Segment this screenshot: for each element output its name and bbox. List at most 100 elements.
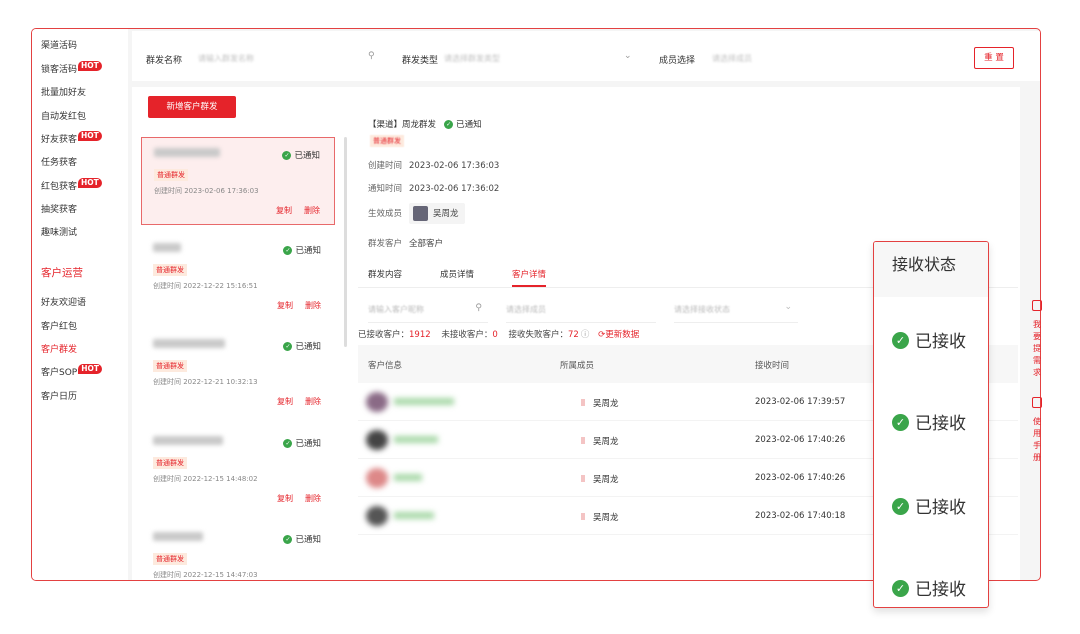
delete-link[interactable]: 删除 — [305, 301, 321, 310]
status-select-placeholder: 请选择接收状态 — [674, 305, 730, 314]
broadcast-card[interactable]: ✓ 已通知 普通群发 创建时间 2022-12-22 15:16:51 复制 删除 — [141, 233, 335, 321]
receive-status-zoom: 接收状态 ✓ 已接收 ✓ 已接收 ✓ 已接收 ✓ 已接收 — [873, 241, 989, 608]
name-filter-label: 群发名称 — [146, 56, 183, 66]
row-receive-time: 2023-02-06 17:39:57 — [755, 397, 846, 407]
customer-avatar — [366, 430, 388, 450]
chevron-down-icon[interactable]: ⌄ — [784, 302, 792, 312]
sidebar-item-lock-code[interactable]: 锁客活码 HOT — [41, 61, 102, 75]
sidebar-item-batch-add[interactable]: 批量加好友 — [41, 85, 86, 98]
sidebar-item-label: 好友获客 — [41, 135, 78, 145]
row-member: 吴周龙 — [581, 435, 619, 447]
customer-avatar — [366, 468, 388, 488]
member-select[interactable]: 请选择成员 — [506, 298, 656, 323]
card-status: ✓ 已通知 — [283, 533, 321, 545]
card-actions: 复制 删除 — [265, 493, 321, 504]
sidebar-item-customer-broadcast[interactable]: 客户群发 — [41, 342, 77, 355]
member-marker — [581, 437, 585, 444]
edit-note-icon[interactable] — [1032, 300, 1042, 311]
avatar — [413, 206, 429, 221]
column-customer-info: 客户信息 — [368, 361, 403, 371]
tab-content[interactable]: 群发内容 — [368, 268, 402, 280]
detail-created-label: 创建时间 — [368, 161, 403, 171]
column-receive-time: 接收时间 — [755, 361, 790, 371]
manual-book-icon[interactable] — [1032, 397, 1042, 408]
copy-link[interactable]: 复制 — [277, 494, 293, 503]
broadcast-card[interactable]: ✓ 已通知 普通群发 创建时间 2022-12-21 10:32:13 复制 删除 — [141, 329, 335, 417]
delete-link[interactable]: 删除 — [304, 206, 320, 215]
member-name: 吴周龙 — [433, 209, 459, 219]
detail-customers-label: 群发客户 — [368, 239, 403, 249]
sidebar-item-label: 好友欢迎语 — [41, 298, 87, 308]
tab-customer-detail[interactable]: 客户详情 — [512, 268, 547, 287]
info-icon[interactable]: ⓘ — [581, 330, 590, 340]
status-select[interactable]: 请选择接收状态 ⌄ — [674, 298, 798, 323]
receive-status-label: 已接收 — [915, 414, 966, 434]
member-filter-select[interactable]: 请选择成员 — [712, 53, 752, 64]
customer-name-blurred — [394, 512, 434, 519]
card-status-label: 已通知 — [295, 342, 321, 352]
sidebar-item-lottery-acquire[interactable]: 抽奖获客 — [41, 202, 77, 215]
sidebar-item-redpacket-acquire[interactable]: 红包获客 HOT — [41, 178, 102, 192]
broadcast-card[interactable]: ✓ 已通知 普通群发 创建时间 2023-02-06 17:36:03 复制 删除 — [141, 137, 335, 225]
list-scrollbar[interactable] — [344, 137, 347, 347]
detail-notified: 通知时间 2023-02-06 17:36:02 — [368, 182, 499, 194]
card-status: ✓ 已通知 — [283, 340, 321, 352]
refresh-data-link[interactable]: 更新数据 — [605, 330, 639, 340]
unreceived-label: 未接收客户： — [441, 330, 493, 340]
chevron-down-icon[interactable]: ⌄ — [624, 51, 632, 61]
sidebar-item-customer-redpacket[interactable]: 客户红包 — [41, 319, 77, 332]
row-member: 吴周龙 — [581, 473, 619, 485]
tab-member-detail[interactable]: 成员详情 — [440, 268, 474, 280]
card-tag: 普通群发 — [153, 360, 187, 372]
sidebar: 渠道活码 锁客活码 HOT 批量加好友 自动发红包 好友获客 HOT 任务获客 红包… — [32, 29, 128, 580]
broadcast-card[interactable]: ✓ 已通知 普通群发 创建时间 2022-12-15 14:48:02 复制 删除 — [141, 426, 335, 514]
card-tag: 普通群发 — [153, 553, 187, 565]
delete-link[interactable]: 删除 — [305, 494, 321, 503]
check-circle-icon: ✓ — [444, 120, 454, 129]
type-filter-select[interactable]: 请选择群发类型 — [444, 53, 500, 64]
sidebar-item-customer-calendar[interactable]: 客户日历 — [41, 389, 77, 402]
sidebar-item-label: 趣味测试 — [41, 228, 78, 238]
sidebar-item-customer-sop[interactable]: 客户SOP HOT — [41, 364, 103, 378]
sidebar-item-label: 客户红包 — [41, 322, 78, 332]
filter-bar: 群发名称 请输入群发名称 ⚲ 群发类型 请选择群发类型 ⌄ 成员选择 请选择成员… — [132, 31, 1040, 81]
sidebar-item-label: 客户群发 — [41, 345, 78, 355]
card-title-blurred — [153, 436, 223, 445]
new-broadcast-button[interactable]: 新增客户群发 — [148, 96, 236, 118]
card-tag: 普通群发 — [153, 457, 187, 469]
card-created-time: 创建时间 2023-02-06 17:36:03 — [154, 187, 259, 195]
sidebar-item-label: 客户日历 — [41, 392, 78, 402]
sidebar-item-welcome[interactable]: 好友欢迎语 — [41, 295, 86, 308]
search-icon[interactable]: ⚲ — [368, 51, 375, 61]
detail-created-value: 2023-02-06 17:36:03 — [409, 161, 500, 171]
name-filter-input[interactable]: 请输入群发名称 — [198, 53, 254, 64]
reset-button[interactable]: 重 置 — [974, 47, 1014, 69]
copy-link[interactable]: 复制 — [277, 397, 293, 406]
hot-badge: HOT — [78, 61, 102, 71]
card-actions: 复制 删除 — [265, 300, 321, 311]
card-created-time: 创建时间 2022-12-22 15:16:51 — [153, 282, 258, 290]
sidebar-item-auto-redpacket[interactable]: 自动发红包 — [41, 109, 86, 122]
customer-search-input[interactable]: 请输入客户昵称 ⚲ — [368, 298, 488, 323]
sidebar-item-label: 抽奖获客 — [41, 205, 78, 215]
broadcast-card[interactable]: ✓ 已通知 普通群发 创建时间 2022-12-15 14:47:03 — [141, 522, 335, 580]
detail-notified-label: 通知时间 — [368, 184, 403, 194]
member-filter-label: 成员选择 — [659, 56, 696, 66]
copy-link[interactable]: 复制 — [276, 206, 292, 215]
copy-link[interactable]: 复制 — [277, 301, 293, 310]
card-tag: 普通群发 — [154, 169, 188, 181]
card-status-label: 已通知 — [295, 535, 321, 545]
sidebar-item-channel-code[interactable]: 渠道活码 — [41, 38, 77, 51]
delete-link[interactable]: 删除 — [305, 397, 321, 406]
request-feature-link[interactable]: 我要提需求 — [1033, 319, 1043, 379]
search-icon[interactable]: ⚲ — [475, 303, 482, 313]
sidebar-item-task-acquire[interactable]: 任务获客 — [41, 155, 77, 168]
sidebar-section-customer-ops[interactable]: 客户运营 — [41, 265, 83, 280]
row-member-name: 吴周龙 — [593, 513, 619, 523]
check-circle-icon: ✓ — [283, 246, 293, 255]
sidebar-item-friend-acquire[interactable]: 好友获客 HOT — [41, 131, 102, 145]
customer-avatar — [366, 392, 388, 412]
sidebar-item-fun-test[interactable]: 趣味测试 — [41, 225, 77, 238]
user-manual-link[interactable]: 使用手册 — [1033, 416, 1043, 464]
card-actions: 复制 删除 — [265, 396, 321, 407]
